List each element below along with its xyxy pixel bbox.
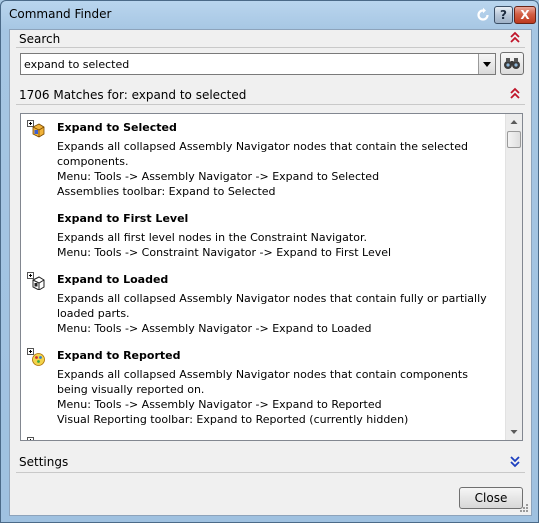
expand-chevron-down-icon[interactable] <box>509 454 521 468</box>
search-dropdown-button[interactable] <box>478 54 495 74</box>
title-bar[interactable]: Command Finder ? X <box>1 1 538 28</box>
description-line: being visually reported on. <box>57 383 205 396</box>
result-description: Expands all first level nodes in the Con… <box>57 230 497 260</box>
list-item[interactable]: Expand to Loaded Expands all collapsed A… <box>21 271 507 337</box>
help-button[interactable]: ? <box>494 6 513 24</box>
dialog-body: Search expand to selected 1706 Matches f… <box>9 29 532 516</box>
window-close-button[interactable]: X <box>514 6 536 24</box>
description-line: Assemblies toolbar: Expand to Selected <box>57 185 276 198</box>
description-line: Expands all collapsed Assembly Navigator… <box>57 368 468 381</box>
divider <box>16 472 525 473</box>
scroll-down-icon[interactable] <box>506 424 522 440</box>
description-line: Menu: Tools -> Assembly Navigator -> Exp… <box>57 170 380 183</box>
description-line: Visual Reporting toolbar: Expand to Repo… <box>57 413 409 426</box>
scroll-up-icon[interactable] <box>506 114 522 130</box>
search-combobox[interactable] <box>20 53 496 75</box>
result-description: Expands all collapsed Assembly Navigator… <box>57 139 497 199</box>
window-title: Command Finder <box>9 7 112 21</box>
loaded-parts-icon <box>27 272 45 290</box>
description-line: Menu: Tools -> Constraint Navigator -> E… <box>57 246 392 259</box>
list-item[interactable]: Expand to Reported Expands all collapsed… <box>21 347 507 429</box>
results-section-header[interactable]: 1706 Matches for: expand to selected <box>10 87 531 105</box>
resize-grip-icon[interactable] <box>519 503 529 513</box>
divider <box>16 104 525 105</box>
result-title: Expand to First Level <box>57 212 189 225</box>
collapse-chevron-up-icon[interactable] <box>509 31 521 45</box>
list-item[interactable]: Expand to First Level Expands all first … <box>21 210 507 262</box>
dropdown-arrow-icon <box>483 62 491 67</box>
scroll-thumb[interactable] <box>507 131 521 148</box>
results-list[interactable]: Expand to Selected Expands all collapsed… <box>20 113 523 441</box>
refresh-icon[interactable] <box>475 7 491 23</box>
result-description: Expands all collapsed Assembly Navigator… <box>57 291 497 336</box>
command-finder-window: Command Finder ? X Search expand to sele… <box>0 0 539 523</box>
search-section-label: Search <box>19 32 61 46</box>
results-count-label: 1706 Matches for: expand to selected <box>19 88 247 102</box>
visual-reporting-icon <box>27 348 45 366</box>
search-input[interactable] <box>21 54 478 74</box>
description-line: loaded parts. <box>57 307 130 320</box>
description-line: Expands all collapsed Assembly Navigator… <box>57 292 487 305</box>
assembly-expand-icon <box>27 437 34 440</box>
list-item[interactable]: Expand to Selected Expands all collapsed… <box>21 119 507 201</box>
binoculars-icon <box>504 58 520 69</box>
assembly-expand-icon <box>27 120 45 138</box>
description-line: Menu: Tools -> Assembly Navigator -> Exp… <box>57 398 382 411</box>
close-button[interactable]: Close <box>459 487 523 509</box>
find-button[interactable] <box>500 52 524 75</box>
list-item[interactable] <box>21 436 507 440</box>
result-title: Expand to Reported <box>57 349 181 362</box>
collapse-chevron-up-icon[interactable] <box>509 87 521 101</box>
results-scrollbar[interactable] <box>505 114 522 440</box>
result-title: Expand to Loaded <box>57 273 169 286</box>
settings-section-label: Settings <box>19 455 69 469</box>
description-line: Menu: Tools -> Assembly Navigator -> Exp… <box>57 322 372 335</box>
description-line: Expands all first level nodes in the Con… <box>57 231 367 244</box>
description-line: Expands all collapsed Assembly Navigator… <box>57 140 468 153</box>
divider <box>16 47 525 48</box>
result-description: Expands all collapsed Assembly Navigator… <box>57 367 497 427</box>
description-line: components. <box>57 155 129 168</box>
result-title: Expand to Selected <box>57 121 177 134</box>
settings-section-header[interactable]: Settings <box>10 454 531 472</box>
